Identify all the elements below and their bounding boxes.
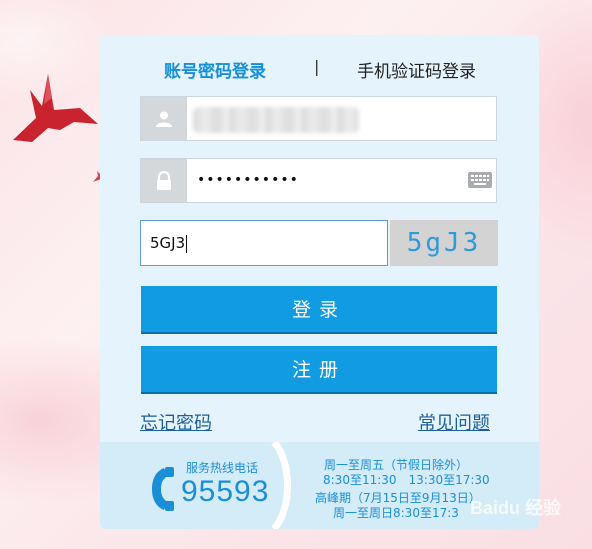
login-button[interactable]: 登录 xyxy=(141,286,497,334)
captcha-input-value: 5GJ3 xyxy=(150,234,186,252)
tab-separator: | xyxy=(314,57,320,76)
password-mask: ••••••••••• xyxy=(197,172,299,188)
login-tabs: 账号密码登录 | 手机验证码登录 xyxy=(100,35,539,95)
password-field[interactable]: ••••••••••• xyxy=(140,158,497,203)
hotline-label: 服务热线电话 xyxy=(186,461,259,475)
tab-phone-code[interactable]: 手机验证码登录 xyxy=(357,57,476,82)
tab-account-password[interactable]: 账号密码登录 xyxy=(164,57,266,82)
captcha-image[interactable]: 5gJ3 xyxy=(390,220,498,266)
hotline-number: 95593 xyxy=(181,475,270,508)
captcha-input[interactable]: 5GJ3 xyxy=(140,220,388,266)
user-icon xyxy=(141,97,187,140)
faq-link[interactable]: 常见问题 xyxy=(418,409,490,435)
schedule-line-4: 周一至周日8:30至17:3 xyxy=(333,506,459,520)
username-field[interactable] xyxy=(140,96,497,141)
divider-curve xyxy=(271,442,291,529)
forgot-password-link[interactable]: 忘记密码 xyxy=(140,409,212,435)
text-caret xyxy=(186,234,188,253)
register-button[interactable]: 注册 xyxy=(141,346,497,394)
phone-icon xyxy=(152,467,174,511)
keyboard-icon[interactable] xyxy=(468,171,492,189)
watermark: Baidu 经验 xyxy=(470,498,562,518)
login-panel: 账号密码登录 | 手机验证码登录 ••••••••••• 5GJ3 5gJ3 登… xyxy=(100,35,539,529)
lock-icon xyxy=(141,159,187,202)
username-value-blurred xyxy=(193,107,359,133)
bird-icon xyxy=(13,74,98,142)
schedule-line-2: 8:30至11:30 13:30至17:30 xyxy=(323,473,490,487)
